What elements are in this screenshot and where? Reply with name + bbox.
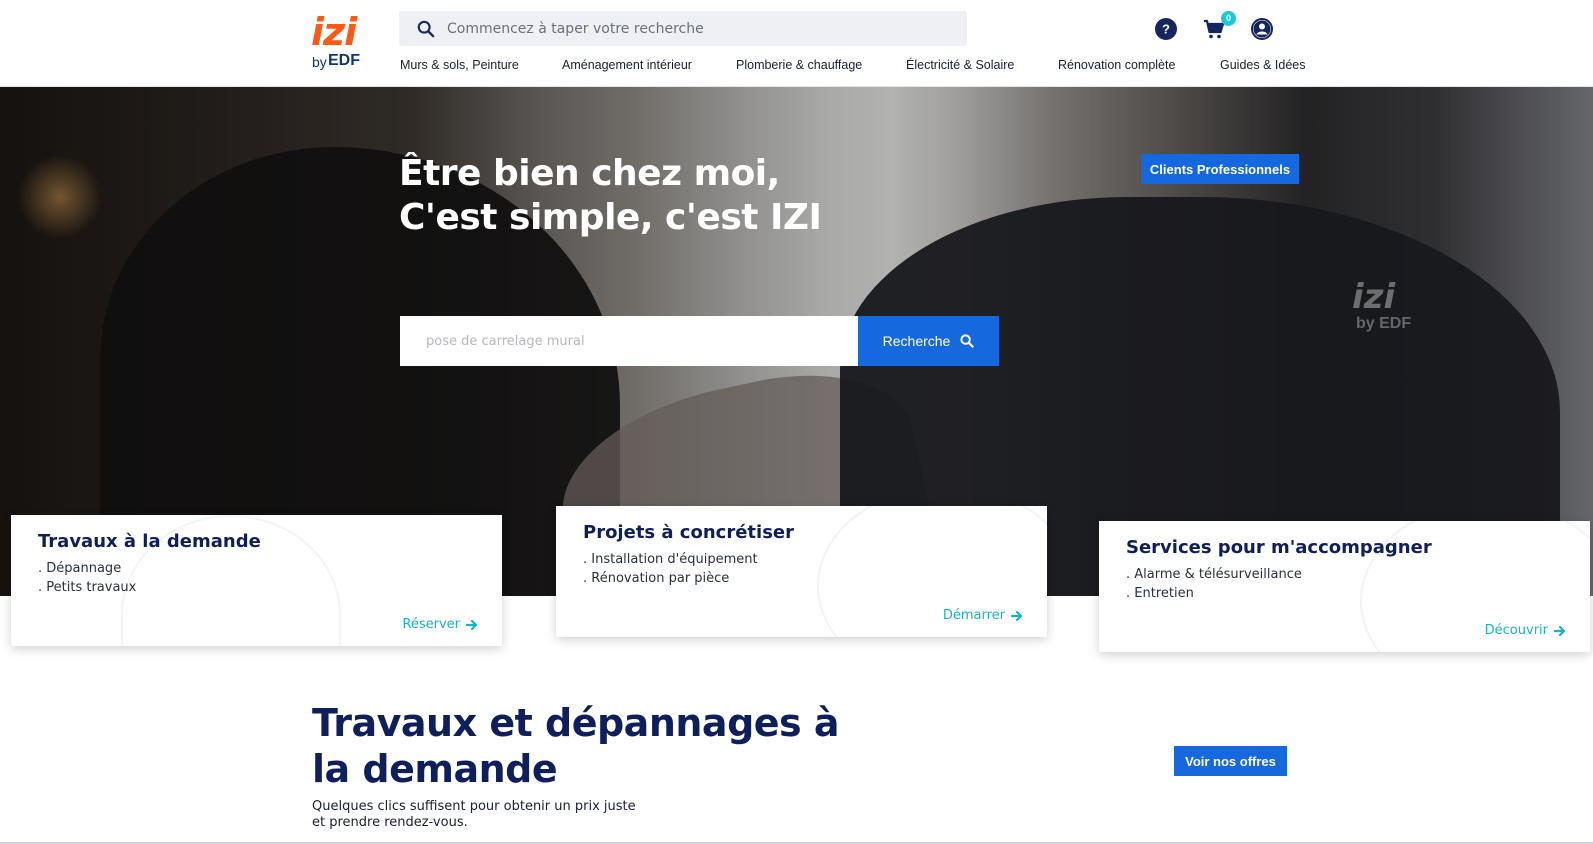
logo-company: EDF bbox=[328, 52, 360, 69]
cart-count-badge: 0 bbox=[1221, 11, 1236, 26]
header-search-input[interactable] bbox=[447, 20, 927, 37]
nav-item-murs-sols-peinture[interactable]: Murs & sols, Peinture bbox=[400, 58, 519, 72]
arrow-right-icon bbox=[466, 619, 478, 630]
hero-search-button-label: Recherche bbox=[882, 333, 951, 349]
nav-item-electricite-solaire[interactable]: Électricité & Solaire bbox=[906, 58, 1014, 72]
nav-item-amenagement-interieur[interactable]: Aménagement intérieur bbox=[562, 58, 692, 72]
hero-search-button[interactable]: Recherche bbox=[858, 316, 999, 366]
izi-by-edf-logo[interactable]: izi by EDF bbox=[311, 10, 375, 74]
demarrer-link[interactable]: Démarrer bbox=[943, 608, 1023, 623]
card-title: Services pour m'accompagner bbox=[1126, 537, 1432, 558]
decouvrir-link[interactable]: Découvrir bbox=[1485, 623, 1566, 638]
card-line: . Petits travaux bbox=[38, 580, 137, 595]
card-line: . Dépannage bbox=[38, 561, 122, 576]
search-icon[interactable] bbox=[417, 20, 435, 38]
arrow-right-icon bbox=[1011, 610, 1023, 621]
main-navigation: Murs & sols, Peinture Aménagement intéri… bbox=[400, 58, 1305, 76]
nav-item-plomberie-chauffage[interactable]: Plomberie & chauffage bbox=[736, 58, 862, 72]
section-subtitle: Quelques clics suffisent pour obtenir un… bbox=[312, 799, 636, 830]
section-title-line-2: la demande bbox=[312, 747, 558, 791]
card-line: . Entretien bbox=[1126, 586, 1194, 601]
card-link-label: Découvrir bbox=[1484, 623, 1548, 638]
card-title: Travaux à la demande bbox=[38, 531, 261, 552]
site-header: izi by EDF ? 0 Murs & sols, Peinture Amé… bbox=[0, 0, 1593, 87]
jacket-logo-watermark: izi by EDF bbox=[1352, 277, 1432, 337]
clients-professionnels-button[interactable]: Clients Professionnels bbox=[1141, 154, 1299, 184]
search-icon bbox=[960, 334, 974, 348]
hero-search-form: Recherche bbox=[400, 316, 999, 366]
card-travaux-a-la-demande[interactable]: Travaux à la demande . Dépannage . Petit… bbox=[11, 515, 502, 646]
card-services-pour-m-accompagner[interactable]: Services pour m'accompagner . Alarme & t… bbox=[1099, 521, 1590, 652]
arrow-right-icon bbox=[1554, 625, 1566, 636]
nav-item-renovation-complete[interactable]: Rénovation complète bbox=[1058, 58, 1175, 72]
watermark-by-edf: by EDF bbox=[1356, 315, 1412, 332]
hero-title: Être bien chez moi, C'est simple, c'est … bbox=[399, 152, 919, 240]
logo-by: by bbox=[312, 54, 327, 70]
hero-title-line-2: C'est simple, c'est IZI bbox=[399, 197, 822, 238]
user-account-icon[interactable] bbox=[1251, 18, 1273, 40]
card-projets-a-concretiser[interactable]: Projets à concrétiser . Installation d'é… bbox=[556, 506, 1047, 637]
card-title: Projets à concrétiser bbox=[583, 522, 794, 543]
logo-brand: izi bbox=[311, 10, 357, 54]
card-link-label: Réserver bbox=[402, 617, 460, 632]
svg-text:?: ? bbox=[1162, 22, 1170, 37]
reserver-link[interactable]: Réserver bbox=[402, 617, 478, 632]
card-line: . Rénovation par pièce bbox=[583, 571, 730, 586]
section-title: Travaux et dépannages à la demande bbox=[312, 700, 872, 792]
card-line: . Alarme & télésurveillance bbox=[1126, 567, 1302, 582]
voir-nos-offres-button[interactable]: Voir nos offres bbox=[1174, 746, 1287, 776]
card-link-label: Démarrer bbox=[942, 608, 1005, 623]
section-title-line-1: Travaux et dépannages à bbox=[312, 701, 840, 745]
hero-title-line-1: Être bien chez moi, bbox=[399, 153, 780, 194]
header-search-bar bbox=[399, 11, 967, 46]
hero-search-input[interactable] bbox=[400, 316, 858, 366]
card-line: . Installation d'équipement bbox=[583, 552, 758, 567]
help-icon[interactable]: ? bbox=[1155, 18, 1177, 40]
watermark-brand: izi bbox=[1352, 277, 1396, 317]
nav-item-guides-idees[interactable]: Guides & Idées bbox=[1220, 58, 1305, 72]
